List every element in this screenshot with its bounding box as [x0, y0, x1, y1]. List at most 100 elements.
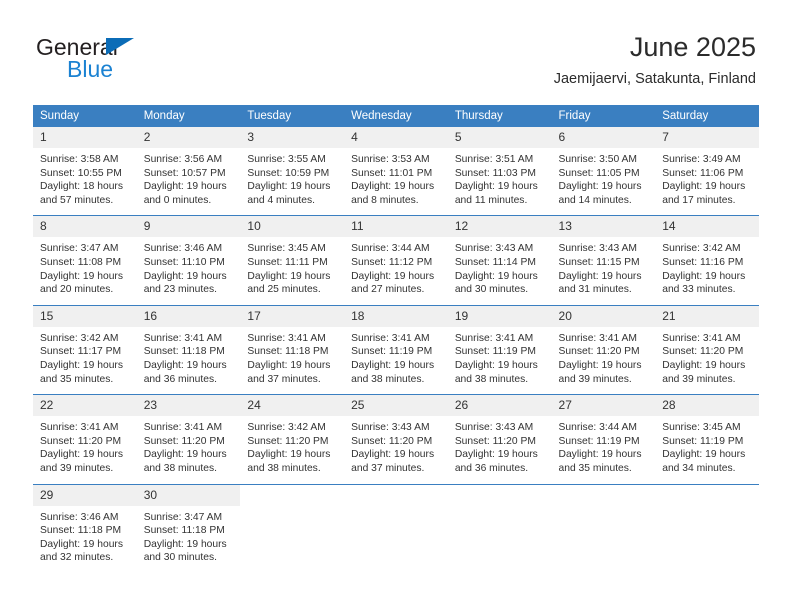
calendar-day-cell[interactable]: 29 Sunrise: 3:46 AM Sunset: 11:18 PM Daylig…: [33, 483, 137, 573]
page-title: June 2025: [629, 32, 756, 62]
daylight-duration-line2: and 57 minutes.: [40, 194, 114, 206]
calendar-week-row: 22 Sunrise: 3:41 AM Sunset: 11:20 PM Daylig…: [33, 394, 759, 484]
day-info: Sunrise: 3:51 AM Sunset: 11:03 PM Daylight…: [448, 148, 552, 215]
daylight-duration-line2: and 31 minutes.: [558, 284, 632, 296]
calendar-day-cell[interactable]: 28 Sunrise: 3:45 AM Sunset: 11:19 PM Daylig…: [655, 394, 759, 484]
day-info: Sunrise: 3:53 AM Sunset: 11:01 PM Daylight…: [344, 148, 448, 215]
daylight-duration-line2: and 8 minutes.: [351, 194, 419, 206]
calendar-day-cell[interactable]: 5 Sunrise: 3:51 AM Sunset: 11:03 PM Dayligh…: [447, 127, 552, 216]
sunset-time: Sunset: 11:20 PM: [558, 346, 640, 358]
calendar-day-cell[interactable]: 16 Sunrise: 3:41 AM Sunset: 11:18 PM Daylig…: [136, 304, 241, 395]
sunrise-time: Sunrise: 3:43 AM: [454, 243, 534, 255]
calendar-week-row: 29 Sunrise: 3:46 AM Sunset: 11:18 PM Daylig…: [33, 483, 759, 573]
daylight-duration-line2: and 38 minutes.: [143, 462, 217, 474]
sunset-time: Sunset: 10:55 PM: [40, 167, 122, 179]
calendar-day-cell[interactable]: 20 Sunrise: 3:41 AM Sunset: 11:20 PM Daylig…: [551, 304, 656, 395]
sunset-time: Sunset: 11:19 PM: [662, 435, 744, 447]
calendar-day-cell[interactable]: 14 Sunrise: 3:42 AM Sunset: 11:16 PM Daylig…: [655, 215, 759, 306]
sunset-time: Sunset: 11:17 PM: [40, 346, 122, 358]
weekday-header-thursday: Thursday: [447, 105, 552, 127]
calendar-day-cell[interactable]: 7 Sunrise: 3:49 AM Sunset: 11:06 PM Dayligh…: [655, 127, 759, 216]
daylight-duration-line2: and 34 minutes.: [662, 462, 736, 474]
calendar-day-cell[interactable]: 3 Sunrise: 3:55 AM Sunset: 10:59 PM Dayligh…: [240, 127, 345, 216]
calendar-day-cell[interactable]: 11 Sunrise: 3:44 AM Sunset: 11:12 PM Daylig…: [344, 215, 448, 306]
sunrise-time: Sunrise: 3:41 AM: [143, 422, 223, 434]
day-number: 2: [136, 127, 241, 148]
sunset-time: Sunset: 11:20 PM: [454, 435, 536, 447]
sunrise-time: Sunrise: 3:53 AM: [351, 154, 430, 165]
calendar-day-cell[interactable]: 30 Sunrise: 3:47 AM Sunset: 11:18 PM Daylig…: [136, 483, 241, 573]
daylight-duration-line1: Daylight: 19 hours: [662, 359, 746, 371]
sunrise-time: Sunrise: 3:44 AM: [558, 422, 637, 434]
daylight-duration-line1: Daylight: 19 hours: [351, 270, 435, 282]
sunrise-sunset-calendar: Sunday Monday Tuesday Wednesday Thursday…: [33, 105, 759, 573]
calendar-week-row: 8 Sunrise: 3:47 AM Sunset: 11:08 PM Dayligh…: [33, 215, 759, 306]
day-info: Sunrise: 3:55 AM Sunset: 10:59 PM Daylight…: [240, 148, 344, 215]
sunrise-time: Sunrise: 3:46 AM: [143, 243, 223, 255]
calendar-day-cell[interactable]: 22 Sunrise: 3:41 AM Sunset: 11:20 PM Daylig…: [33, 394, 137, 484]
day-info: Sunrise: 3:42 AM Sunset: 11:17 PM Daylight…: [33, 327, 137, 394]
weekday-header-monday: Monday: [136, 105, 241, 127]
day-number: 9: [136, 216, 241, 238]
calendar-day-cell[interactable]: 9 Sunrise: 3:46 AM Sunset: 11:10 PM Dayligh…: [136, 215, 241, 306]
calendar-day-cell[interactable]: 4 Sunrise: 3:53 AM Sunset: 11:01 PM Dayligh…: [344, 127, 448, 216]
brand-logo[interactable]: General Blue: [36, 34, 256, 88]
calendar-day-cell[interactable]: 24 Sunrise: 3:42 AM Sunset: 11:20 PM Daylig…: [240, 394, 345, 484]
day-info: Sunrise: 3:43 AM Sunset: 11:20 PM Daylight…: [448, 416, 552, 483]
day-info: Sunrise: 3:41 AM Sunset: 11:20 PM Daylight…: [137, 416, 241, 483]
calendar-day-cell[interactable]: 17 Sunrise: 3:41 AM Sunset: 11:18 PM Daylig…: [240, 304, 345, 395]
calendar-day-cell[interactable]: 6 Sunrise: 3:50 AM Sunset: 11:05 PM Dayligh…: [551, 127, 656, 216]
daylight-duration-line2: and 20 minutes.: [40, 284, 114, 296]
day-number: 12: [447, 216, 552, 238]
daylight-duration-line1: Daylight: 19 hours: [558, 359, 642, 371]
calendar-day-cell[interactable]: 2 Sunrise: 3:56 AM Sunset: 10:57 PM Dayligh…: [136, 127, 241, 216]
sunset-time: Sunset: 11:14 PM: [454, 256, 536, 268]
daylight-duration-line2: and 37 minutes.: [351, 462, 425, 474]
calendar-day-cell[interactable]: 25 Sunrise: 3:43 AM Sunset: 11:20 PM Daylig…: [344, 394, 448, 484]
sunrise-time: Sunrise: 3:50 AM: [558, 154, 637, 165]
daylight-duration-line2: and 37 minutes.: [247, 373, 321, 385]
day-number: 1: [33, 127, 137, 148]
sunset-time: Sunset: 11:15 PM: [558, 256, 640, 268]
day-info: Sunrise: 3:43 AM Sunset: 11:14 PM Daylight…: [448, 237, 552, 304]
sunrise-time: Sunrise: 3:41 AM: [351, 332, 430, 344]
sunrise-time: Sunrise: 3:47 AM: [40, 243, 119, 255]
calendar-day-cell[interactable]: 1 Sunrise: 3:58 AM Sunset: 10:55 PM Dayligh…: [33, 127, 137, 216]
calendar-day-cell[interactable]: 15 Sunrise: 3:42 AM Sunset: 11:17 PM Daylig…: [33, 304, 137, 395]
day-info: Sunrise: 3:46 AM Sunset: 11:18 PM Daylight…: [33, 506, 137, 573]
calendar-day-cell-empty: [344, 483, 448, 573]
daylight-duration-line1: Daylight: 19 hours: [40, 270, 123, 282]
daylight-duration-line1: Daylight: 19 hours: [558, 270, 642, 282]
daylight-duration-line2: and 39 minutes.: [662, 373, 736, 385]
daylight-duration-line2: and 17 minutes.: [662, 194, 736, 206]
brand-name-blue: Blue: [67, 56, 114, 82]
calendar-day-cell[interactable]: 10 Sunrise: 3:45 AM Sunset: 11:11 PM Daylig…: [240, 215, 345, 306]
calendar-day-cell[interactable]: 26 Sunrise: 3:43 AM Sunset: 11:20 PM Daylig…: [447, 394, 552, 484]
calendar-day-cell[interactable]: 27 Sunrise: 3:44 AM Sunset: 11:19 PM Daylig…: [551, 394, 656, 484]
calendar-day-cell[interactable]: 21 Sunrise: 3:41 AM Sunset: 11:20 PM Daylig…: [655, 304, 759, 395]
sunset-time: Sunset: 11:10 PM: [143, 256, 225, 268]
calendar-day-cell[interactable]: 12 Sunrise: 3:43 AM Sunset: 11:14 PM Daylig…: [447, 215, 552, 306]
daylight-duration-line2: and 36 minutes.: [143, 373, 217, 385]
day-number: 17: [240, 305, 345, 327]
day-number: 5: [447, 127, 552, 148]
calendar-day-cell[interactable]: 18 Sunrise: 3:41 AM Sunset: 11:19 PM Daylig…: [344, 304, 448, 395]
sunset-time: Sunset: 11:20 PM: [662, 346, 744, 358]
day-number: 11: [344, 216, 448, 238]
daylight-duration-line1: Daylight: 19 hours: [143, 181, 227, 193]
calendar-day-cell[interactable]: 13 Sunrise: 3:43 AM Sunset: 11:15 PM Daylig…: [551, 215, 656, 306]
day-number: 29: [33, 484, 137, 506]
sunrise-time: Sunrise: 3:45 AM: [247, 243, 326, 255]
day-info: Sunrise: 3:41 AM Sunset: 11:20 PM Daylight…: [552, 327, 656, 394]
day-number: 19: [447, 305, 552, 327]
day-number: 28: [655, 395, 759, 417]
day-info: Sunrise: 3:41 AM Sunset: 11:18 PM Daylight…: [137, 327, 241, 394]
weekday-header-tuesday: Tuesday: [240, 105, 345, 127]
day-number: 25: [344, 395, 448, 417]
day-info: Sunrise: 3:41 AM Sunset: 11:20 PM Daylight…: [655, 327, 759, 394]
daylight-duration-line2: and 25 minutes.: [247, 284, 321, 296]
calendar-day-cell[interactable]: 23 Sunrise: 3:41 AM Sunset: 11:20 PM Daylig…: [136, 394, 241, 484]
daylight-duration-line2: and 11 minutes.: [454, 194, 528, 206]
calendar-day-cell[interactable]: 8 Sunrise: 3:47 AM Sunset: 11:08 PM Dayligh…: [33, 215, 137, 306]
calendar-day-cell[interactable]: 19 Sunrise: 3:41 AM Sunset: 11:19 PM Daylig…: [447, 304, 552, 395]
